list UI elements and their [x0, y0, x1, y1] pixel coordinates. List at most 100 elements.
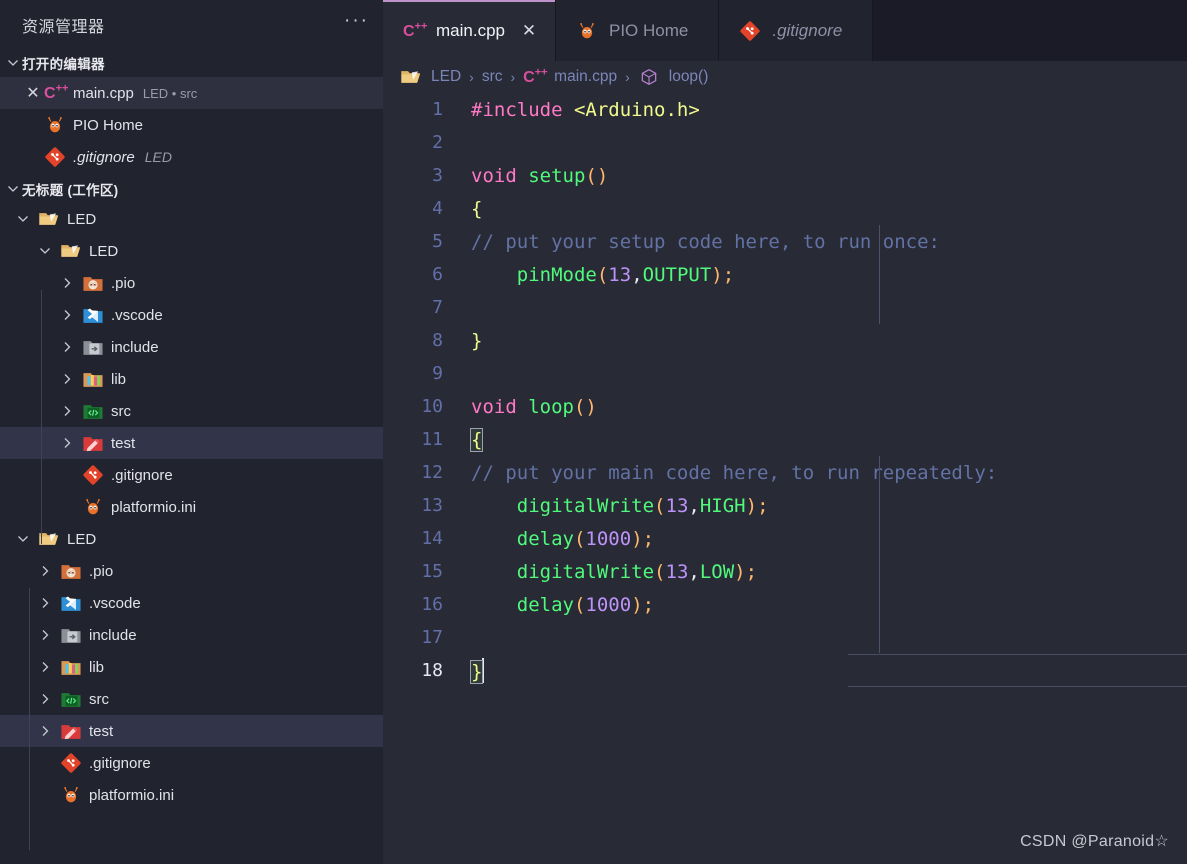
breadcrumb-item[interactable]: LED — [400, 67, 461, 87]
platformio-ant-icon — [82, 497, 104, 517]
git-file-icon — [739, 20, 765, 41]
src-folder-icon — [60, 689, 82, 709]
tree-item[interactable]: test — [0, 715, 383, 747]
line-number: 16 — [421, 594, 443, 615]
tree-item[interactable]: LED — [0, 523, 383, 555]
tree-item-label: platformio.ini — [111, 498, 197, 516]
tree-item[interactable]: test — [0, 427, 383, 459]
tree-item[interactable]: include — [0, 619, 383, 651]
tree-item[interactable]: .pio — [0, 555, 383, 587]
line-number: 9 — [432, 363, 443, 384]
cpp-file-icon: C++ — [523, 67, 547, 87]
code-line: 5 // put your setup code here, to run onc… — [383, 225, 1187, 258]
chevron-right-icon[interactable] — [58, 306, 76, 324]
editor-tab-bar: C++ main.cpp ✕ PIO Home .gitignore — [383, 0, 1187, 61]
close-icon[interactable]: ✕ — [519, 21, 539, 41]
tree-item-label: .gitignore — [111, 466, 173, 484]
tree-item[interactable]: src — [0, 683, 383, 715]
platformio-folder-icon — [60, 561, 82, 581]
src-folder-icon — [82, 401, 104, 421]
tree-item[interactable]: .gitignore — [0, 459, 383, 491]
test-folder-icon — [60, 721, 82, 741]
open-editor-label: .gitignore — [73, 148, 135, 166]
editor-tab[interactable]: C++ main.cpp ✕ — [383, 0, 556, 61]
chevron-right-icon[interactable] — [58, 274, 76, 292]
line-number: 7 — [432, 297, 443, 318]
code-line: 2 — [383, 126, 1187, 159]
breadcrumb-item[interactable]: loop() — [638, 67, 708, 87]
chevron-right-icon[interactable] — [36, 626, 54, 644]
folder-open-icon — [400, 67, 424, 87]
vscode-folder-icon — [82, 305, 104, 325]
tree-item[interactable]: lib — [0, 363, 383, 395]
chevron-down-icon[interactable] — [14, 210, 32, 228]
explorer-title: 资源管理器 — [22, 18, 105, 36]
close-icon[interactable]: ✕ — [22, 83, 44, 103]
code-line: 18} — [383, 654, 1187, 687]
line-number: 15 — [421, 561, 443, 582]
tree-item[interactable]: .vscode — [0, 299, 383, 331]
cpp-file-icon-glyph: C++ — [44, 83, 69, 103]
chevron-right-icon[interactable] — [36, 722, 54, 740]
open-editors-section-header[interactable]: 打开的编辑器 — [0, 49, 383, 77]
tree-item[interactable]: LED — [0, 235, 383, 267]
workspace-section-header[interactable]: 无标题 (工作区) — [0, 175, 383, 203]
chevron-right-icon[interactable] — [58, 370, 76, 388]
tree-item[interactable]: .vscode — [0, 587, 383, 619]
tree-item[interactable]: .pio — [0, 267, 383, 299]
code-line: 17 — [383, 621, 1187, 654]
code-line-text: { — [471, 197, 483, 220]
tree-item[interactable]: platformio.ini — [0, 779, 383, 811]
code-line: 1 #include <Arduino.h> — [383, 93, 1187, 126]
tree-item[interactable]: platformio.ini — [0, 491, 383, 523]
tree-item[interactable]: LED — [0, 203, 383, 235]
chevron-right-icon[interactable] — [36, 562, 54, 580]
line-number: 2 — [432, 132, 443, 153]
line-number: 1 — [432, 99, 443, 120]
editor-tab[interactable]: PIO Home — [555, 0, 720, 61]
open-editor-item[interactable]: ✕ C++ main.cpp LED • src — [0, 77, 383, 109]
line-number: 4 — [432, 198, 443, 219]
tree-item-label: .pio — [89, 562, 114, 580]
breadcrumb-separator: › — [469, 69, 474, 85]
vscode-folder-icon — [60, 593, 82, 613]
lib-folder-icon — [82, 369, 104, 389]
code-line-text: void setup() — [471, 164, 609, 187]
code-editor[interactable]: 1 #include <Arduino.h> 2 3 void setup() 4{5//… — [383, 93, 1187, 864]
breadcrumb-item[interactable]: src — [482, 68, 503, 86]
tree-item[interactable]: lib — [0, 651, 383, 683]
open-editor-detail: LED • src — [142, 85, 198, 101]
cpp-file-icon-glyph: C++ — [403, 20, 428, 40]
tree-item-label: include — [111, 338, 159, 356]
code-line-text: // put your setup code here, to run once… — [471, 230, 940, 253]
code-line-text: // put your main code here, to run repea… — [471, 461, 998, 484]
chevron-down-icon[interactable] — [36, 242, 54, 260]
breadcrumb-separator: › — [625, 69, 630, 85]
editor-tab[interactable]: .gitignore — [719, 0, 874, 61]
chevron-down-icon[interactable] — [14, 530, 32, 548]
chevron-right-icon[interactable] — [36, 658, 54, 676]
platformio-ant-icon — [576, 21, 602, 41]
open-editor-item[interactable]: PIO Home — [0, 109, 383, 141]
chevron-right-icon[interactable] — [58, 402, 76, 420]
chevron-right-icon[interactable] — [58, 434, 76, 452]
code-line-text: #include <Arduino.h> — [471, 98, 700, 121]
open-editor-item[interactable]: .gitignore LED — [0, 141, 383, 173]
chevron-right-icon[interactable] — [36, 690, 54, 708]
tree-item[interactable]: .gitignore — [0, 747, 383, 779]
tree-item[interactable]: include — [0, 331, 383, 363]
chevron-right-icon[interactable] — [36, 594, 54, 612]
cpp-file-icon: C++ — [403, 20, 428, 41]
code-line: 4{ — [383, 192, 1187, 225]
vscode-window: 资源管理器 ··· 打开的编辑器 ✕ C++ main.cpp LED • src PI… — [0, 0, 1187, 864]
breadcrumb-item[interactable]: C++ main.cpp — [523, 67, 617, 87]
breadcrumb-label: LED — [431, 68, 462, 85]
breadcrumb: LED › src › C++ main.cpp › loop() — [383, 61, 1187, 93]
editor-area: C++ main.cpp ✕ PIO Home .gitignore LED › src › C… — [383, 0, 1187, 864]
folder-open-icon — [400, 67, 422, 87]
open-editor-label: PIO Home — [73, 116, 144, 134]
tree-indent-guide — [29, 588, 30, 850]
more-actions-icon[interactable]: ··· — [344, 11, 369, 34]
chevron-right-icon[interactable] — [58, 338, 76, 356]
tree-item[interactable]: src — [0, 395, 383, 427]
